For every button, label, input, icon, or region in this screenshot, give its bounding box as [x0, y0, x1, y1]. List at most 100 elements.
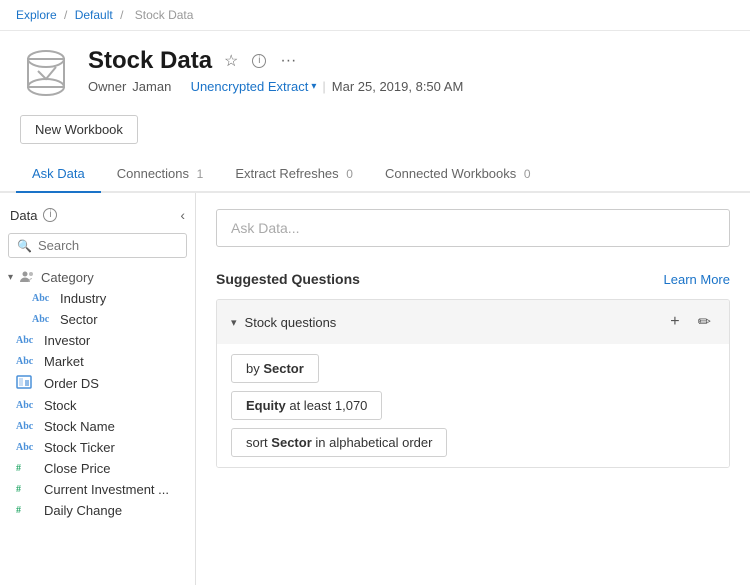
tree-item-orderds[interactable]: Order DS [0, 372, 195, 395]
tree-category-header[interactable]: ▾ Category [0, 266, 195, 288]
accordion-add-button[interactable]: + [666, 311, 683, 333]
owner-name: Jaman [132, 79, 171, 94]
item-label-closeprice: Close Price [44, 461, 110, 476]
sidebar-header: Data i ‹ [0, 201, 195, 229]
abc-icon: Abc [16, 335, 38, 346]
extract-badge[interactable]: Unencrypted Extract ▾ [191, 79, 317, 94]
suggested-questions-title: Suggested Questions [216, 271, 360, 287]
header-title-row: Stock Data ☆ i ··· [88, 47, 730, 75]
search-icon: 🔍 [17, 239, 32, 253]
abc-icon: Abc [16, 421, 38, 432]
abc-icon: Abc [32, 314, 54, 325]
tab-connections[interactable]: Connections 1 [101, 156, 220, 193]
search-box[interactable]: 🔍 [8, 233, 187, 258]
question-by-sector[interactable]: by Sector [231, 354, 319, 383]
extract-label: Unencrypted Extract [191, 79, 309, 94]
sidebar-data-title: Data [10, 208, 37, 223]
item-label-stock: Stock [44, 398, 77, 413]
extract-dropdown-icon: ▾ [311, 81, 316, 92]
page-header: Stock Data ☆ i ··· Owner Jaman Unencrypt… [0, 31, 750, 111]
main-content: Data i ‹ 🔍 ▾ Category Abc Industry [0, 193, 750, 585]
item-label-market: Market [44, 354, 84, 369]
breadcrumb-sep2: / [120, 8, 127, 22]
right-panel: Ask Data... Suggested Questions Learn Mo… [196, 193, 750, 585]
tree-item-stockticker[interactable]: Abc Stock Ticker [0, 437, 195, 458]
tree-item-stockname[interactable]: Abc Stock Name [0, 416, 195, 437]
sidebar-header-left: Data i [10, 208, 57, 223]
tree-item-stock[interactable]: Abc Stock [0, 395, 195, 416]
abc-icon: Abc [16, 356, 38, 367]
stock-questions-accordion: ▾ Stock questions + ✏ by Sector Equity a… [216, 299, 730, 468]
item-label-dailychange: Daily Change [44, 503, 122, 518]
item-label-stockticker: Stock Ticker [44, 440, 115, 455]
question-sector-bold: Sector [263, 361, 303, 376]
header-date: Mar 25, 2019, 8:50 AM [332, 79, 464, 94]
more-button[interactable]: ··· [278, 50, 298, 72]
learn-more-link[interactable]: Learn More [664, 272, 730, 287]
star-button[interactable]: ☆ [222, 49, 240, 73]
owner-label: Owner [88, 79, 126, 94]
tabs-bar: Ask Data Connections 1 Extract Refreshes… [0, 156, 750, 193]
new-workbook-button[interactable]: New Workbook [20, 115, 138, 144]
hash-icon: # [16, 484, 38, 495]
chevron-down-icon: ▾ [8, 272, 13, 283]
ask-data-input[interactable]: Ask Data... [216, 209, 730, 247]
breadcrumb: Explore / Default / Stock Data [0, 0, 750, 31]
accordion-edit-button[interactable]: ✏ [694, 310, 715, 334]
tab-connected-workbooks[interactable]: Connected Workbooks 0 [369, 156, 547, 193]
workbook-btn-row: New Workbook [0, 111, 750, 156]
suggested-questions-header: Suggested Questions Learn More [216, 271, 730, 287]
category-people-icon [19, 269, 35, 285]
tree-item-closeprice[interactable]: # Close Price [0, 458, 195, 479]
question-equity-bold: Equity [246, 398, 286, 413]
category-label: Category [41, 270, 94, 285]
more-icon: ··· [280, 52, 296, 70]
tree-item-sector[interactable]: Abc Sector [0, 309, 195, 330]
tree-item-dailychange[interactable]: # Daily Change [0, 500, 195, 521]
tab-workbooks-label: Connected Workbooks [385, 166, 516, 181]
header-info: Stock Data ☆ i ··· Owner Jaman Unencrypt… [88, 47, 730, 94]
tab-workbooks-badge: 0 [524, 167, 531, 181]
order-ds-icon [16, 375, 32, 389]
breadcrumb-default[interactable]: Default [75, 8, 113, 22]
datasource-icon [20, 47, 72, 99]
breadcrumb-current: Stock Data [135, 8, 194, 22]
accordion-header[interactable]: ▾ Stock questions + ✏ [217, 300, 729, 344]
question-sort-sector-bold: Sector [271, 435, 311, 450]
item-label-investor: Investor [44, 333, 90, 348]
accordion-title: Stock questions [245, 315, 337, 330]
tab-extract-badge: 0 [346, 167, 353, 181]
breadcrumb-explore[interactable]: Explore [16, 8, 57, 22]
sidebar: Data i ‹ 🔍 ▾ Category Abc Industry [0, 193, 196, 585]
abc-icon: Abc [32, 293, 54, 304]
question-sort-sector[interactable]: sort Sector in alphabetical order [231, 428, 447, 457]
abc-icon: Abc [16, 400, 38, 411]
accordion-body: by Sector Equity at least 1,070 sort Sec… [217, 344, 729, 467]
sidebar-info-icon[interactable]: i [43, 208, 57, 222]
tab-connections-badge: 1 [197, 167, 204, 181]
tab-ask-data[interactable]: Ask Data [16, 156, 101, 193]
hash-icon: # [16, 463, 38, 474]
tab-connections-label: Connections [117, 166, 189, 181]
tab-extract-refreshes[interactable]: Extract Refreshes 0 [219, 156, 369, 193]
info-icon: i [252, 54, 266, 68]
hash-icon: # [16, 505, 38, 516]
item-label-orderds: Order DS [44, 376, 99, 391]
accordion-header-left: ▾ Stock questions [231, 315, 336, 330]
abc-icon: Abc [16, 442, 38, 453]
sidebar-collapse-button[interactable]: ‹ [180, 207, 185, 223]
accordion-chevron-icon: ▾ [231, 316, 237, 329]
tree-item-currentinvestment[interactable]: # Current Investment ... [0, 479, 195, 500]
question-equity[interactable]: Equity at least 1,070 [231, 391, 382, 420]
page-title: Stock Data [88, 47, 212, 75]
item-label-currentinvestment: Current Investment ... [44, 482, 169, 497]
accordion-actions: + ✏ [666, 310, 715, 334]
tree-item-industry[interactable]: Abc Industry [0, 288, 195, 309]
item-label-industry: Industry [60, 291, 106, 306]
tab-extract-label: Extract Refreshes [235, 166, 338, 181]
tree-item-investor[interactable]: Abc Investor [0, 330, 195, 351]
info-button[interactable]: i [250, 52, 268, 70]
header-meta: Owner Jaman Unencrypted Extract ▾ | Mar … [88, 79, 730, 94]
search-input[interactable] [38, 238, 178, 253]
tree-item-market[interactable]: Abc Market [0, 351, 195, 372]
